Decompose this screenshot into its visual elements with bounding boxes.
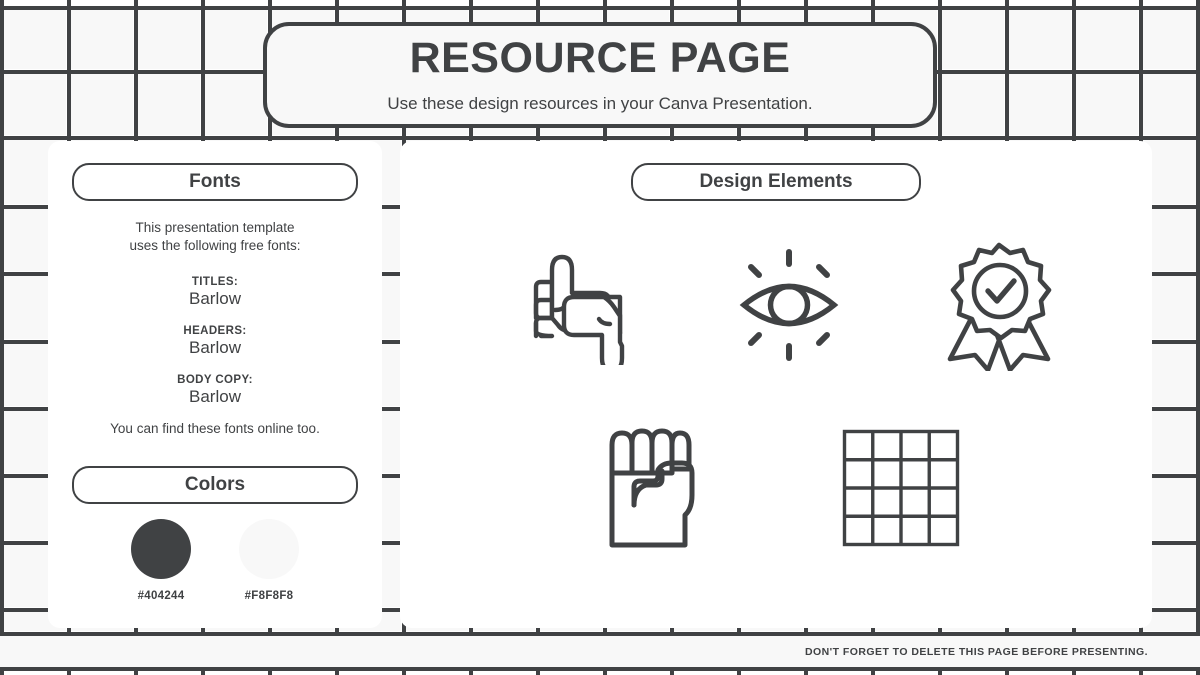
- color-swatch-label-light: #F8F8F8: [244, 590, 294, 602]
- award-badge-check-icon: [938, 239, 1060, 376]
- color-swatch-list: #404244 #F8F8F8: [72, 519, 358, 602]
- raised-fist-icon: [600, 423, 702, 558]
- fonts-section-label: Fonts: [189, 171, 241, 192]
- footer-divider-bottom: [0, 667, 1200, 671]
- design-elements-row-1: [500, 239, 1060, 376]
- grid-cell: [205, 74, 267, 135]
- footer-divider-top: [0, 632, 1200, 636]
- fonts-intro-line-2: uses the following free fonts:: [129, 238, 301, 254]
- color-swatch-dark[interactable]: #404244: [121, 519, 201, 602]
- design-element-eye-with-rays[interactable]: [730, 246, 848, 369]
- grid-cell: [942, 74, 1004, 135]
- grid-cell: [942, 10, 1004, 69]
- colors-section-header: Colors: [72, 466, 358, 504]
- font-name-titles: Barlow: [189, 289, 241, 309]
- font-role-body-copy: BODY COPY:: [177, 373, 253, 386]
- grid-cell: [4, 10, 66, 69]
- design-elements-section-header: Design Elements: [631, 163, 921, 201]
- font-list: TITLES: Barlow HEADERS: Barlow BODY COPY…: [48, 275, 382, 421]
- fonts-intro-text: This presentation template uses the foll…: [48, 219, 382, 255]
- footer-reminder-text: DON'T FORGET TO DELETE THIS PAGE BEFORE …: [805, 645, 1148, 658]
- colors-section-label: Colors: [184, 474, 246, 495]
- design-element-grid[interactable]: [842, 429, 960, 552]
- grid-cell: [1076, 74, 1138, 135]
- fonts-section-header: Fonts: [72, 163, 358, 201]
- fonts-intro-line-1: This presentation template: [135, 220, 295, 235]
- font-role-headers: HEADERS:: [183, 324, 247, 337]
- font-name-body-copy: Barlow: [189, 386, 241, 406]
- eye-rays-icon: [730, 246, 848, 369]
- color-swatch-dot-dark: [131, 519, 191, 579]
- header-title-card: RESOURCE PAGE Use these design resources…: [263, 22, 937, 128]
- design-element-raised-fist[interactable]: [600, 423, 702, 558]
- thumbs-up-down-icon: [500, 245, 640, 374]
- font-entry-body-copy: BODY COPY: Barlow: [48, 373, 382, 408]
- font-role-titles: TITLES:: [191, 276, 239, 288]
- color-swatch-light[interactable]: #F8F8F8: [229, 519, 309, 602]
- grid-cell: [1009, 74, 1071, 135]
- font-entry-titles: TITLES: Barlow: [48, 275, 382, 310]
- footer-bar: DON'T FORGET TO DELETE THIS PAGE BEFORE …: [0, 636, 1200, 667]
- font-name-headers: Barlow: [189, 338, 241, 358]
- grid-cell: [71, 74, 133, 135]
- page-title: RESOURCE PAGE: [409, 34, 791, 83]
- grid-cell: [1143, 74, 1199, 135]
- design-element-thumbs-up-down[interactable]: [500, 245, 640, 374]
- grid-cell: [138, 10, 200, 69]
- grid-rule-vertical: [1196, 0, 1200, 675]
- page-subtitle: Use these design resources in your Canva…: [387, 93, 813, 113]
- design-element-award-badge[interactable]: [938, 239, 1060, 376]
- grid-cell: [1009, 10, 1071, 69]
- grid-cell: [138, 74, 200, 135]
- grid-rule-horizontal: [0, 136, 1200, 140]
- color-swatch-dot-light: [239, 519, 299, 579]
- grid-cell: [4, 74, 66, 135]
- font-entry-headers: HEADERS: Barlow: [48, 324, 382, 359]
- design-elements-row-2: [600, 423, 960, 558]
- grid-rule-vertical: [0, 0, 4, 675]
- grid-cell: [71, 10, 133, 69]
- grid-4x4-icon: [842, 429, 960, 552]
- fonts-outro-text: You can find these fonts online too.: [110, 421, 320, 436]
- grid-rule-horizontal: [0, 6, 1200, 10]
- design-elements-panel: Design Elements: [400, 141, 1152, 628]
- color-swatch-label-dark: #404244: [137, 590, 185, 602]
- grid-cell: [205, 10, 267, 69]
- grid-cell: [1143, 10, 1199, 69]
- grid-cell: [1076, 10, 1138, 69]
- fonts-and-colors-panel: Fonts This presentation template uses th…: [48, 141, 382, 628]
- design-elements-section-label: Design Elements: [699, 171, 853, 192]
